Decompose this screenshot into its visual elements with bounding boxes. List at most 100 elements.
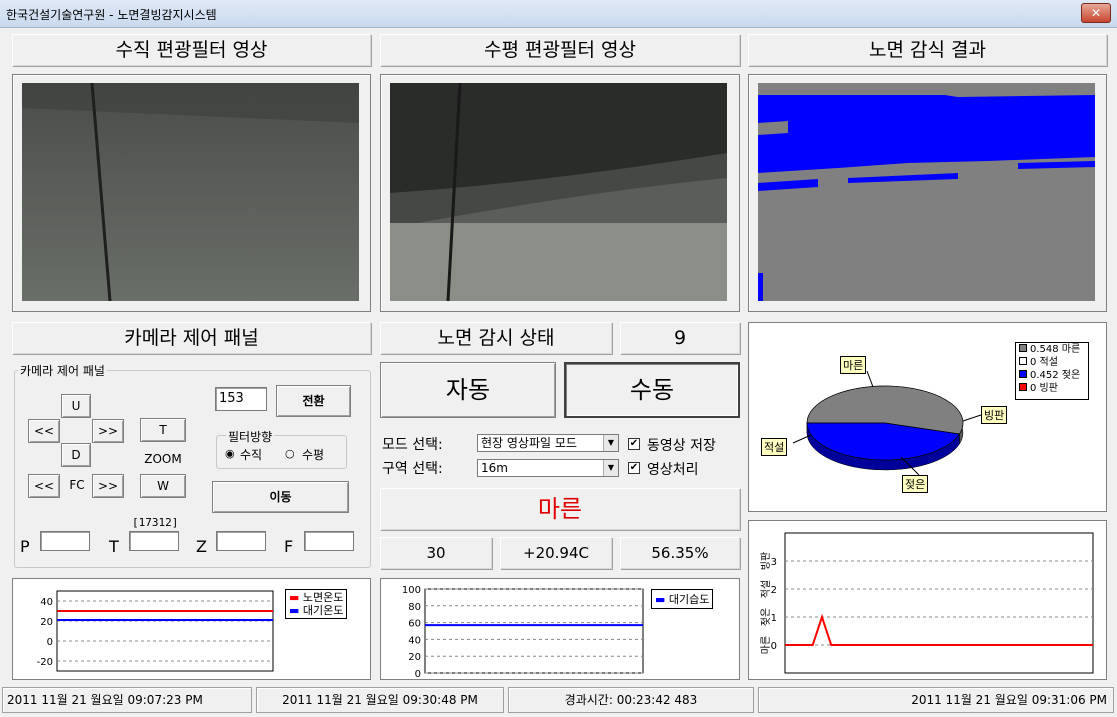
f-label: F [284,537,294,556]
horizontal-filter-header: 수평 편광필터 영상 [380,34,740,66]
legend-swatch [1019,383,1027,391]
state-label: 마른 [760,636,772,654]
zoom-wide-button[interactable]: W [140,474,186,498]
window-title: 한국건설기술연구원 - 노면결빙감지시스템 [6,8,217,22]
plot-area [424,588,644,674]
zone-select-value: 16m [481,461,508,475]
status-current-time: 2011 11월 21 월요일 09:30:48 PM [256,687,504,713]
callout-dry: 마른 [840,356,867,374]
move-button[interactable]: 이동 [212,481,349,513]
z-label: Z [196,537,207,556]
humidity-chart-panel: 100 80 60 40 20 0 ▬ 대기습도 [380,578,740,680]
status-elapsed: 경과시간: 00:23:42 483 [508,687,754,713]
state-label: 빙판 [760,552,772,570]
camera-control-group-label: 카메라 제어 패널 [18,362,107,379]
tilt-reading: [17312] [132,516,179,529]
pan-left-button[interactable]: << [28,419,60,443]
pan-up-button[interactable]: U [61,394,91,418]
t-input[interactable] [129,531,179,551]
z-input[interactable] [216,531,266,551]
zone-select-label: 구역 선택: [382,461,443,477]
p-label: P [20,537,30,556]
legend-text: 0 빙판 [1030,383,1058,394]
tick-label: 100 [402,585,421,596]
result-header: 노면 감식 결과 [748,34,1107,66]
pie-legend-row: 0.548 마른 [1016,343,1088,356]
video-save-checkbox[interactable]: ✔ [628,438,640,450]
callout-line [962,414,982,422]
plot-area [784,532,1094,674]
status-start-time: 2011 11월 21 월요일 09:07:23 PM [2,687,252,713]
humidity-value: 56.35% [620,537,740,569]
humidity-legend: ▬ 대기습도 [651,589,714,609]
p-input[interactable] [40,531,90,551]
close-button[interactable]: ✕ [1081,3,1111,23]
manual-mode-button[interactable]: 수동 [564,362,740,418]
video-save-label: 동영상 저장 [647,438,716,454]
callout-wet: 젖은 [902,475,929,493]
focus-label: FC [69,478,85,492]
pie-chart-panel: 0.548 마른 0 적설 0.452 젖은 0 빙판 마른 빙판 적설 젖은 [748,322,1107,512]
temperature-value: +20.94C [500,537,612,569]
title-bar: 한국건설기술연구원 - 노면결빙감지시스템 ✕ [0,0,1117,28]
plot-area [56,590,274,672]
tick-label: 0 [415,669,421,679]
legend-text: 0.452 젖은 [1030,370,1081,381]
road-classification-image [758,83,1095,301]
preset-input[interactable]: 153 [215,387,267,411]
camera-panel-header: 카메라 제어 패널 [12,322,371,354]
legend-swatch [1019,370,1027,378]
mode-select[interactable]: 현장 영상파일 모드 ▼ [477,434,619,452]
state-label: 적설 [760,580,772,598]
radio-vertical-icon[interactable]: ◉ [225,447,235,460]
image-processing-label: 영상처리 [647,462,699,478]
radio-horizontal-label: 수평 [302,448,325,462]
horizontal-video-image [390,83,727,301]
state-label: 젖은 [760,608,772,626]
focus-near-button[interactable]: << [28,474,60,498]
radio-horizontal-icon[interactable]: ○ [285,447,295,460]
vertical-video-image [22,83,359,301]
legend-air-temp: ▬ 대기온도 [289,604,344,617]
tick-label: 40 [408,635,421,646]
pan-down-button[interactable]: D [61,443,91,467]
result-image-panel [748,74,1107,312]
tick-label: 0 [47,637,53,648]
monitor-state-header: 노면 감시 상태 [380,322,612,354]
state-chart-panel: 3 빙판 2 적설 1 젖은 0 마른 [748,520,1107,680]
radio-vertical-label: 수직 [240,448,263,462]
tick-label: 60 [408,619,421,630]
f-input[interactable] [304,531,354,551]
state-history-chart: 3빙판2적설1젖은0마른 [760,532,1094,674]
legend-swatch [1019,357,1027,365]
legend-text: 0 적설 [1030,357,1058,368]
t-label: T [109,537,119,556]
vertical-video-panel [12,74,371,312]
horizontal-video-panel [380,74,740,312]
temperature-chart-panel: 40 20 0 -20 ▬ 노면온도 ▬ 대기온도 [12,578,371,680]
status-clock: 2011 11월 21 월요일 09:31:06 PM [758,687,1114,713]
pie-legend-row: 0 빙판 [1016,382,1088,395]
zoom-tele-button[interactable]: T [140,418,186,442]
callout-line [866,370,874,388]
zone-select[interactable]: 16m ▼ [477,459,619,477]
legend-swatch [1019,344,1027,352]
tick-label: 20 [40,617,53,628]
pan-right-button[interactable]: >> [92,419,124,443]
focus-far-button[interactable]: >> [92,474,124,498]
zoom-label: ZOOM [144,452,182,466]
road-state-result: 마른 [380,488,740,530]
tick-label: 40 [40,597,53,608]
callout-snow: 적설 [761,438,788,456]
auto-mode-button[interactable]: 자동 [380,362,556,418]
switch-button[interactable]: 전환 [276,385,351,417]
legend-road-temp: ▬ 노면온도 [289,591,344,604]
filter-direction-label: 필터방향 [226,428,275,445]
image-processing-checkbox[interactable]: ✔ [628,462,640,474]
pie-legend: 0.548 마른 0 적설 0.452 젖은 0 빙판 [1015,342,1089,400]
chevron-down-icon: ▼ [603,435,618,451]
count-value: 30 [380,537,492,569]
callout-ice: 빙판 [981,406,1008,424]
tick-label: -20 [37,657,53,668]
tick-label: 80 [408,602,421,613]
